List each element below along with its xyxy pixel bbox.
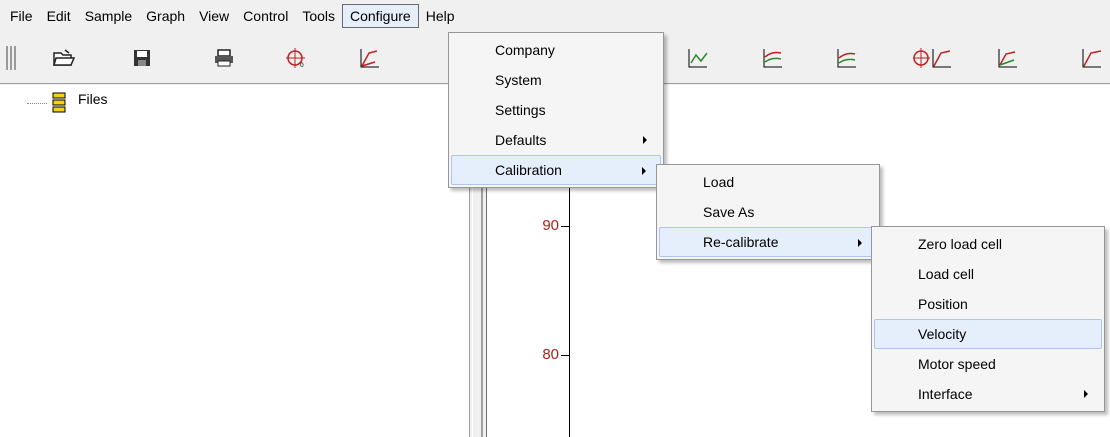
menu-bar: File Edit Sample Graph View Control Tool… bbox=[0, 0, 1110, 32]
recalibrate-submenu: Zero load cell Load cell Position Veloci… bbox=[871, 226, 1105, 412]
fpv-graph-icon[interactable] bbox=[755, 40, 791, 76]
menu-view[interactable]: View bbox=[192, 4, 236, 28]
menu-item-interface[interactable]: Interface bbox=[874, 379, 1102, 409]
files-folder-icon[interactable] bbox=[52, 92, 66, 117]
open-folder-icon[interactable] bbox=[46, 40, 82, 76]
menu-configure[interactable]: Configure bbox=[342, 4, 419, 28]
menu-item-calibration-label: Calibration bbox=[495, 162, 562, 178]
y-tick-label-90: 90 bbox=[542, 217, 559, 234]
toolbar-grip[interactable] bbox=[6, 46, 18, 70]
menu-item-defaults-label: Defaults bbox=[495, 132, 547, 148]
menu-file[interactable]: File bbox=[3, 4, 40, 28]
spv-graph-icon[interactable] bbox=[829, 40, 865, 76]
menu-help[interactable]: Help bbox=[419, 4, 462, 28]
graph-tool-icon[interactable] bbox=[680, 40, 716, 76]
menu-item-defaults[interactable]: Defaults bbox=[451, 125, 661, 155]
y-tick-90 bbox=[561, 226, 569, 227]
menu-item-position[interactable]: Position bbox=[874, 289, 1102, 319]
save-disk-icon[interactable] bbox=[124, 40, 160, 76]
submenu-arrow-icon bbox=[858, 239, 862, 247]
curve-tool-icon[interactable] bbox=[352, 40, 388, 76]
menu-item-company[interactable]: Company bbox=[451, 35, 661, 65]
menu-item-zero-load-cell[interactable]: Zero load cell bbox=[874, 229, 1102, 259]
menu-sample[interactable]: Sample bbox=[78, 4, 139, 28]
menu-item-save-as[interactable]: Save As bbox=[659, 197, 877, 227]
configure-menu: Company System Settings Defaults Calibra… bbox=[448, 32, 664, 188]
crosshair-tool-icon[interactable]: 0 bbox=[278, 40, 314, 76]
menu-item-load-cell[interactable]: Load cell bbox=[874, 259, 1102, 289]
menu-edit[interactable]: Edit bbox=[40, 4, 78, 28]
menu-item-calibration[interactable]: Calibration bbox=[451, 155, 661, 185]
menu-item-interface-label: Interface bbox=[918, 386, 973, 402]
svg-text:0: 0 bbox=[300, 62, 304, 69]
calibration-submenu: Load Save As Re-calibrate bbox=[656, 164, 880, 260]
menu-item-re-calibrate[interactable]: Re-calibrate bbox=[659, 227, 877, 257]
menu-control[interactable]: Control bbox=[236, 4, 295, 28]
menu-item-re-calibrate-label: Re-calibrate bbox=[703, 234, 779, 250]
menu-item-velocity[interactable]: Velocity bbox=[874, 319, 1102, 349]
crosshair-curve-icon[interactable] bbox=[908, 40, 956, 76]
print-icon[interactable] bbox=[206, 40, 242, 76]
tree-connector bbox=[27, 103, 47, 104]
tree-item-files[interactable]: Files bbox=[78, 91, 108, 107]
file-tree-pane: Files bbox=[0, 85, 470, 437]
scale-graph-icon[interactable] bbox=[990, 40, 1026, 76]
menu-tools[interactable]: Tools bbox=[295, 4, 342, 28]
menu-item-system[interactable]: System bbox=[451, 65, 661, 95]
menu-item-settings[interactable]: Settings bbox=[451, 95, 661, 125]
curve-graph-icon[interactable] bbox=[1074, 40, 1110, 76]
menu-item-load[interactable]: Load bbox=[659, 167, 877, 197]
y-tick-80 bbox=[561, 355, 569, 356]
menu-item-motor-speed[interactable]: Motor speed bbox=[874, 349, 1102, 379]
submenu-arrow-icon bbox=[1084, 390, 1088, 398]
submenu-arrow-icon bbox=[642, 167, 646, 175]
y-tick-label-80: 80 bbox=[542, 346, 559, 363]
submenu-arrow-icon bbox=[643, 136, 647, 144]
menu-graph[interactable]: Graph bbox=[139, 4, 192, 28]
